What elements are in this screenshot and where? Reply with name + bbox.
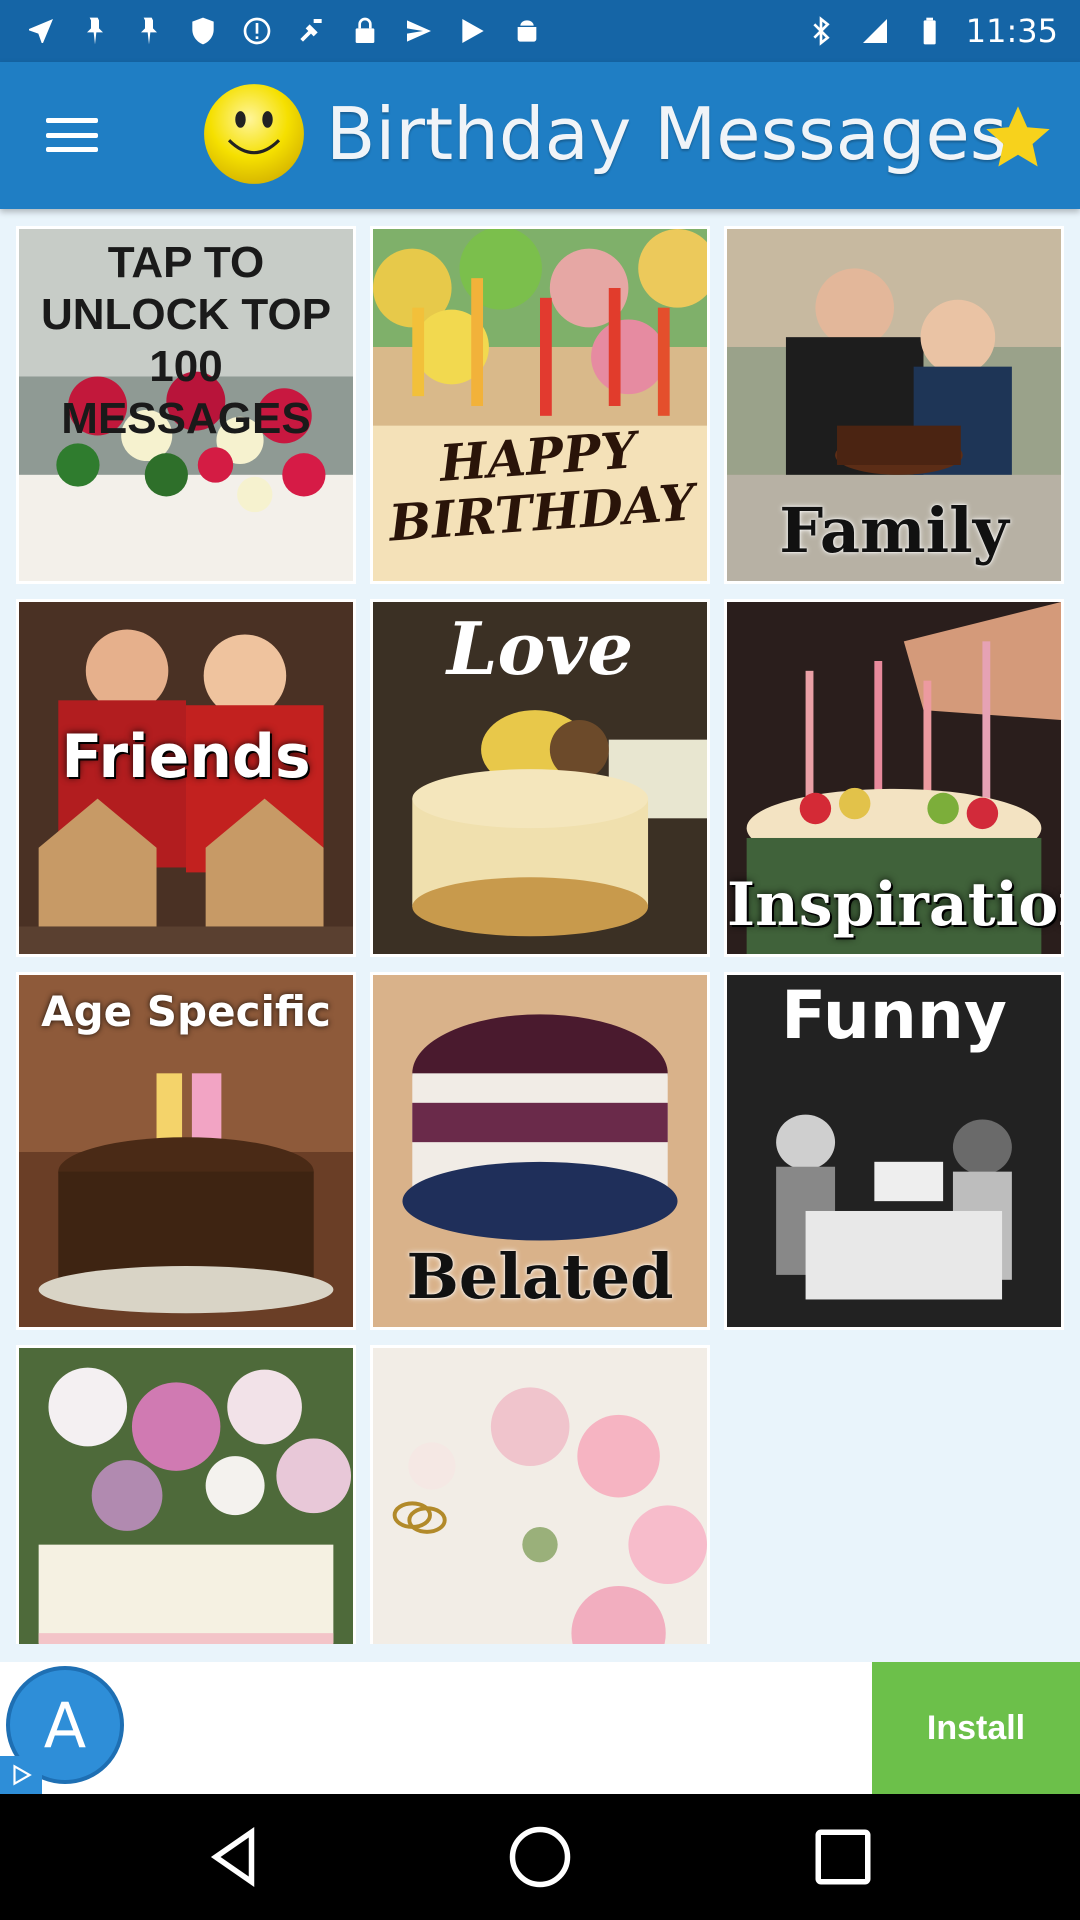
fake-gps-icon [294, 14, 328, 48]
battery-icon [912, 14, 946, 48]
tile-label: Age Specific [41, 987, 331, 1036]
tile-label: Inspirational [727, 870, 1061, 940]
ad-choices-play-icon[interactable] [0, 1756, 42, 1794]
system-nav-bar [0, 1794, 1080, 1920]
pin-icon [132, 14, 166, 48]
tile-label: Belated [406, 1240, 674, 1313]
flower-cake-image [19, 1348, 353, 1644]
tile-belated[interactable]: Belated [370, 972, 710, 1330]
tile-age-specific[interactable]: Age Specific [16, 972, 356, 1330]
tile-family[interactable]: Family [724, 226, 1064, 584]
android-icon [510, 14, 544, 48]
tile-label: HAPPY BIRTHDAY [387, 420, 697, 553]
lock-icon [348, 14, 382, 48]
info-icon [240, 14, 274, 48]
signal-icon [858, 14, 892, 48]
status-notification-icons [24, 14, 804, 48]
hamburger-menu-icon[interactable] [44, 110, 100, 160]
back-icon[interactable] [202, 1824, 268, 1890]
ad-banner[interactable]: A Install [0, 1662, 1080, 1794]
wedding-cake-image [373, 1348, 707, 1644]
tile-love[interactable]: Love [370, 599, 710, 957]
home-icon[interactable] [507, 1824, 573, 1890]
tile-happy-birthday[interactable]: HAPPY BIRTHDAY [370, 226, 710, 584]
status-system-icons: 11:35 [804, 12, 1058, 50]
tile-funny[interactable]: Funny [724, 972, 1064, 1330]
smiley-logo-icon [204, 84, 304, 184]
clock: 11:35 [965, 12, 1058, 50]
navigation-icon [24, 14, 58, 48]
tile-label: Funny [781, 977, 1007, 1054]
tile-marriage[interactable] [370, 1345, 710, 1644]
tile-unlock-top-100[interactable]: TAP TO UNLOCK TOP 100 MESSAGES [16, 226, 356, 584]
install-button[interactable]: Install [872, 1662, 1080, 1794]
shield-icon [186, 14, 220, 48]
tile-religious[interactable] [16, 1345, 356, 1644]
pin-icon [78, 14, 112, 48]
tile-label: TAP TO UNLOCK TOP 100 MESSAGES [40, 238, 332, 443]
tile-label: Family [779, 494, 1009, 567]
recents-icon[interactable] [810, 1824, 876, 1890]
play-store-icon [456, 14, 490, 48]
favorite-star-icon[interactable] [980, 100, 1056, 176]
tile-friends[interactable]: Friends [16, 599, 356, 957]
send-icon [402, 14, 436, 48]
status-bar: 11:35 [0, 0, 1080, 62]
tile-label: Love [446, 606, 634, 691]
tile-inspirational[interactable]: Inspirational [724, 599, 1064, 957]
app-bar: Birthday Messages [0, 62, 1080, 209]
category-grid: TAP TO UNLOCK TOP 100 MESSAGES HAPPY BIR… [16, 226, 1064, 1644]
app-title: Birthday Messages [326, 92, 1008, 176]
tile-label: Friends [61, 722, 311, 792]
bluetooth-icon [804, 14, 838, 48]
